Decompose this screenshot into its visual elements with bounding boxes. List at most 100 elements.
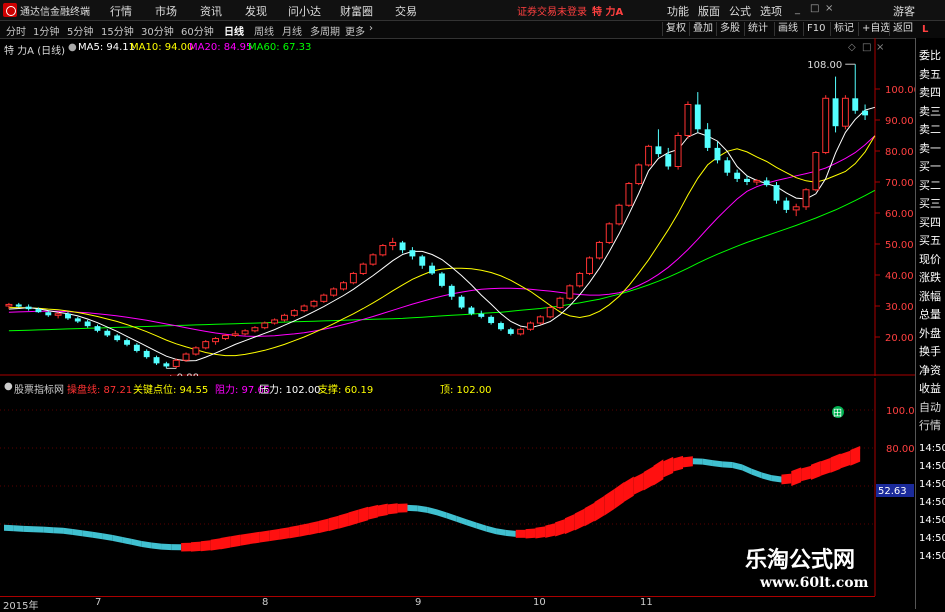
menu-bar: 通达信金融终端 行情 市场 资讯 发现 问小达 财富圈 交易 证券交易未登录 特…: [0, 0, 945, 21]
quote-panel-label[interactable]: 行情: [919, 417, 941, 433]
login-notice[interactable]: 证券交易未登录: [517, 3, 587, 18]
candle-body: [605, 223, 613, 243]
indicator-band-segment: [397, 503, 408, 513]
menu-news[interactable]: 资讯: [200, 3, 222, 19]
price-tick-label: 80.00: [885, 147, 914, 158]
candle-body: [281, 314, 288, 321]
candle-body: [783, 200, 790, 210]
menu-wealth[interactable]: 财富圈: [340, 3, 373, 19]
panel-l-icon[interactable]: L: [922, 24, 928, 35]
indicator-band-segment: [387, 503, 398, 515]
tab-more[interactable]: 更多: [345, 23, 365, 38]
date-label: 7: [95, 597, 102, 608]
btn-draw[interactable]: 画线: [774, 22, 801, 36]
candle-body: [615, 204, 623, 225]
tab-15min[interactable]: 15分钟: [101, 23, 134, 38]
indicator-band-segment: [692, 458, 703, 465]
btn-overlay[interactable]: 叠加: [689, 22, 716, 36]
quote-time: 14:50: [919, 497, 945, 508]
indicator-band-segment: [43, 526, 54, 534]
minimize-icon[interactable]: _: [795, 4, 800, 15]
indicator-band-segment: [545, 523, 556, 538]
candle-body: [192, 347, 200, 355]
menu-trade[interactable]: 交易: [395, 3, 417, 19]
tab-30min[interactable]: 30分钟: [141, 23, 174, 38]
menu-functions[interactable]: 功能: [667, 3, 689, 19]
ma-line-ma60: [8, 189, 876, 332]
indicator-band-segment: [771, 475, 782, 483]
menu-quotes[interactable]: 行情: [110, 3, 132, 19]
restore-icon[interactable]: □: [810, 3, 819, 14]
quote-panel-label[interactable]: 自动: [919, 399, 941, 415]
indicator-band-segment: [279, 527, 290, 540]
menu-options[interactable]: 选项: [760, 3, 782, 19]
candle-body: [566, 285, 574, 299]
indicator-band-segment: [584, 502, 595, 527]
stock-name: 特 力A: [592, 7, 624, 18]
date-label: 9: [415, 597, 422, 608]
indicator-band-segment: [131, 538, 142, 547]
indicator-band-segment: [269, 528, 280, 542]
menu-layout[interactable]: 版面: [698, 3, 720, 19]
candle-body: [556, 297, 564, 309]
btn-f10[interactable]: F10: [803, 22, 828, 36]
candle-body: [221, 334, 229, 340]
candle-body: [655, 146, 662, 155]
indicator-band-segment: [53, 527, 64, 534]
quote-time: 14:50: [919, 443, 945, 454]
indicator-band-segment: [171, 544, 182, 551]
tab-daily[interactable]: 日线: [224, 23, 244, 38]
candle-body: [409, 250, 416, 257]
quote-panel-label: 买二: [919, 178, 941, 192]
close-icon[interactable]: ×: [825, 3, 833, 14]
indicator-band-segment: [722, 461, 733, 469]
candle-body: [744, 178, 750, 182]
candle-body: [595, 241, 603, 259]
tab-1min[interactable]: 1分钟: [33, 23, 59, 38]
menu-ask[interactable]: 问小达: [288, 3, 321, 19]
tab-5min[interactable]: 5分钟: [67, 23, 93, 38]
btn-multi-stock[interactable]: 多股: [716, 22, 743, 36]
menu-market[interactable]: 市场: [155, 3, 177, 19]
low-annotation: ←9.88: [168, 372, 199, 376]
candle-body: [74, 318, 81, 322]
candle-body: [15, 304, 22, 307]
menu-formula[interactable]: 公式: [729, 3, 751, 19]
indicator-band-segment: [712, 460, 723, 468]
guest-label[interactable]: 游客: [893, 3, 915, 19]
date-label: 2015年: [3, 601, 39, 612]
candle-body: [812, 152, 820, 191]
indicator-band-segment: [751, 468, 762, 479]
tab-multi-period[interactable]: 多周期: [310, 23, 340, 38]
tab-60min[interactable]: 60分钟: [181, 23, 214, 38]
btn-stats[interactable]: 统计: [744, 22, 771, 36]
more-chevron-icon[interactable]: ›: [369, 23, 373, 34]
watermark-title: 乐淘公式网: [745, 547, 856, 573]
ma-line-ma10: [8, 135, 876, 357]
candle-body: [841, 97, 849, 127]
indicator-band-segment: [200, 540, 211, 552]
candle-body: [349, 272, 357, 284]
btn-adjust[interactable]: 复权: [662, 22, 689, 36]
indicator-band-segment: [850, 445, 861, 466]
candle-body: [300, 305, 308, 312]
indicator-band-segment: [466, 519, 477, 529]
candle-body: [241, 330, 249, 335]
indicator-band-segment: [515, 529, 526, 538]
menu-discover[interactable]: 发现: [245, 3, 267, 19]
btn-mark[interactable]: 标记: [830, 22, 857, 36]
candle-body: [45, 312, 52, 316]
tab-intraday[interactable]: 分时: [6, 23, 26, 38]
btn-back[interactable]: 返回: [889, 22, 916, 36]
indicator-band-segment: [427, 506, 437, 516]
candle-body: [25, 306, 32, 310]
quote-panel-label: 卖五: [919, 67, 941, 81]
tab-weekly[interactable]: 周线: [254, 23, 274, 38]
tab-monthly[interactable]: 月线: [282, 23, 302, 38]
indicator-band-segment: [810, 460, 821, 480]
indicator-band-segment: [161, 543, 172, 551]
kline-chart[interactable]: 100.00 90.00 80.00 70.00 60.00 50.00 40.00 30.0…: [0, 38, 915, 376]
quote-time: 14:50: [919, 551, 945, 562]
indicator-band-segment: [486, 525, 497, 535]
quote-panel-label: 委比: [919, 49, 941, 62]
